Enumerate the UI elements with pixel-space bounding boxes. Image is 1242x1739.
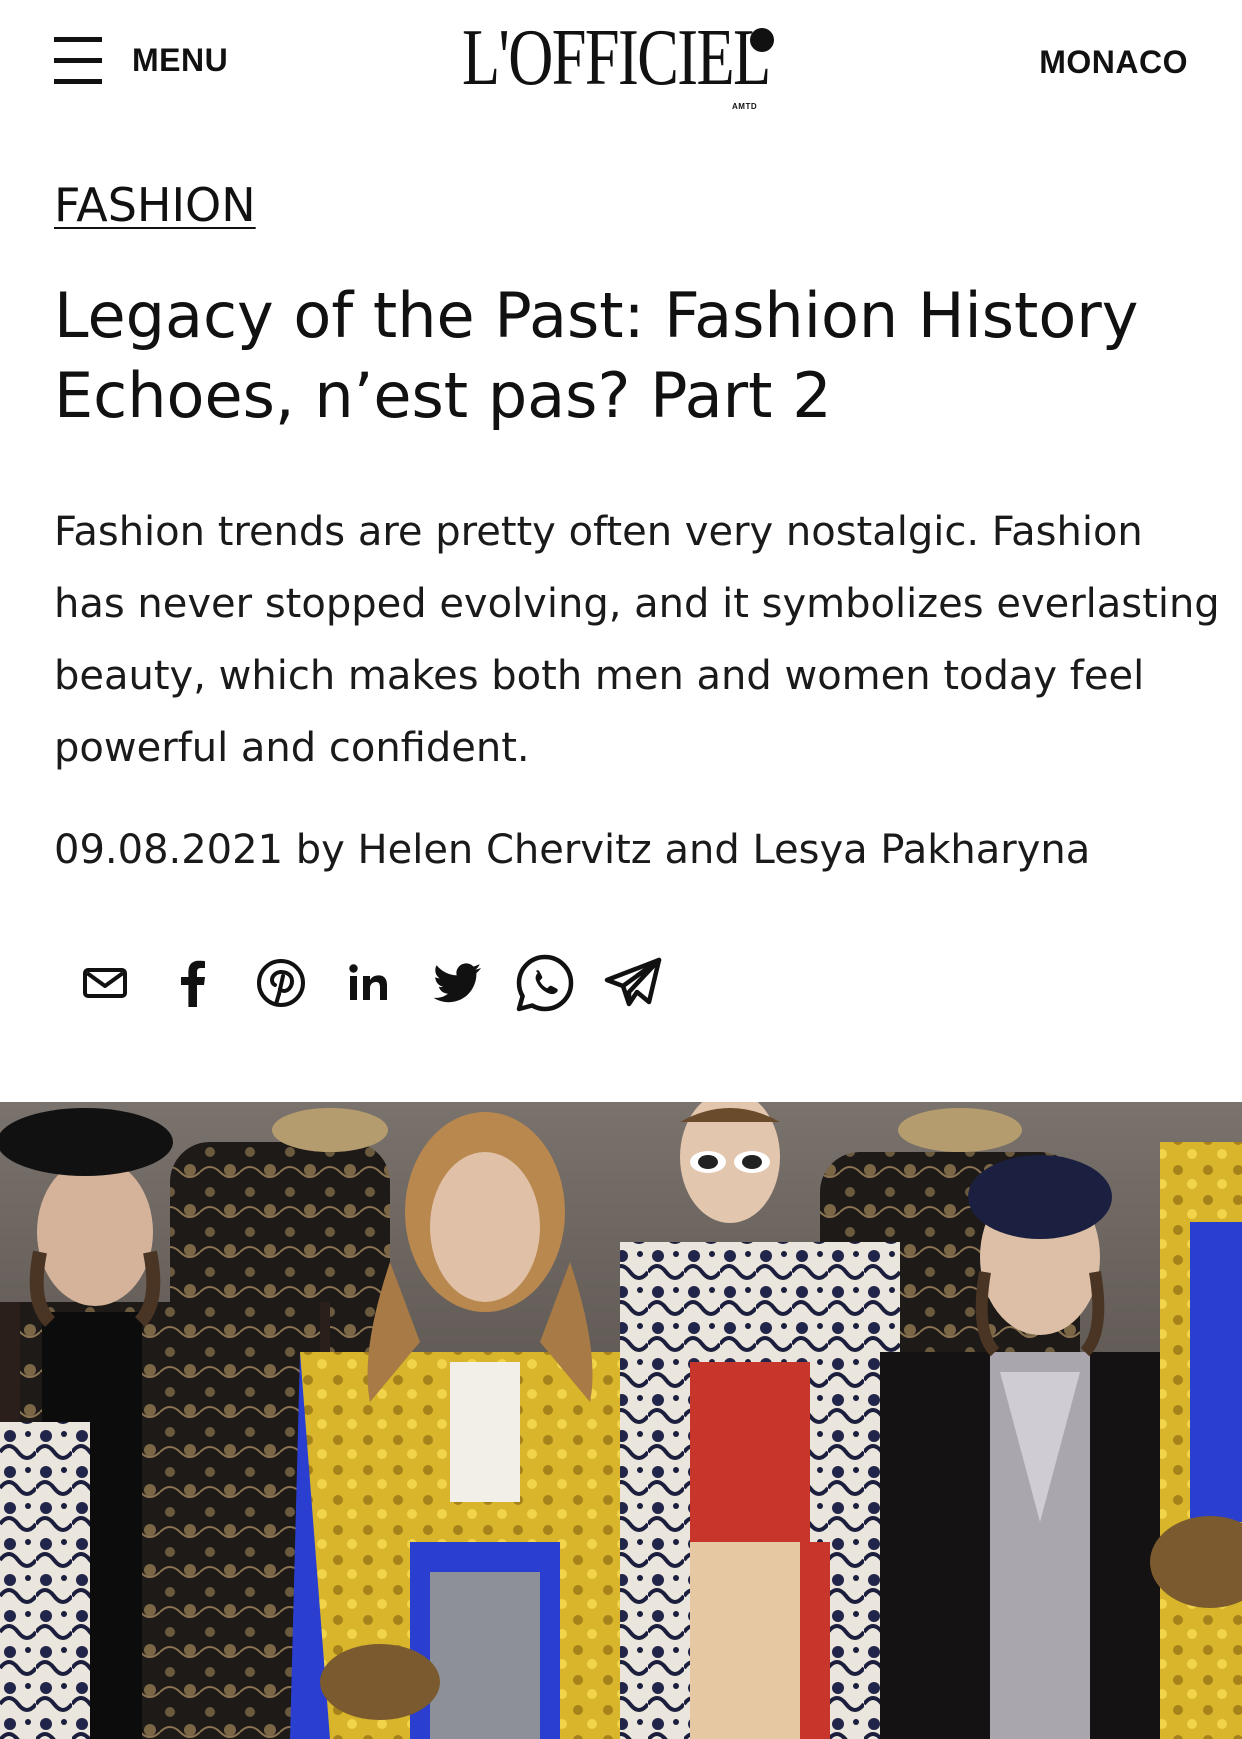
facebook-icon xyxy=(181,960,205,1007)
linkedin-icon xyxy=(349,964,387,1000)
menu-button[interactable]: MENU xyxy=(54,34,228,86)
category-link[interactable]: FASHION xyxy=(54,178,256,232)
site-logo[interactable]: L'OFFICIEL AMTD xyxy=(462,14,782,111)
whatsapp-icon xyxy=(516,954,574,1012)
share-facebook-button[interactable] xyxy=(162,952,224,1014)
logo-emblem-icon xyxy=(750,28,774,52)
mail-icon xyxy=(83,968,127,998)
share-telegram-button[interactable] xyxy=(602,952,664,1014)
share-linkedin-button[interactable] xyxy=(338,952,400,1014)
menu-label: MENU xyxy=(132,41,229,78)
share-pinterest-button[interactable] xyxy=(250,952,312,1014)
share-bar xyxy=(74,948,690,1018)
runway-photo xyxy=(0,1102,1242,1739)
region-selector[interactable]: MONACO xyxy=(1039,44,1188,81)
article-lead: Fashion trends are pretty often very nos… xyxy=(54,509,1220,771)
logo-wordmark: L'OFFICIEL xyxy=(462,14,771,102)
site-header: MENU L'OFFICIEL AMTD MONACO xyxy=(0,0,1242,130)
hamburger-icon xyxy=(54,34,102,86)
telegram-icon xyxy=(604,957,662,1007)
share-email-button[interactable] xyxy=(74,952,136,1014)
article-title: Legacy of the Past: Fashion History Echo… xyxy=(54,279,1139,432)
share-whatsapp-button[interactable] xyxy=(514,952,576,1014)
hero-image xyxy=(0,1102,1242,1739)
share-twitter-button[interactable] xyxy=(426,952,488,1014)
twitter-icon xyxy=(433,963,481,1003)
article-byline: 09.08.2021 by Helen Chervitz and Lesya P… xyxy=(54,827,1091,873)
logo-subtitle: AMTD xyxy=(732,102,758,111)
article-page: MENU L'OFFICIEL AMTD MONACO FASHION Lega… xyxy=(0,0,1242,1739)
pinterest-icon xyxy=(257,959,305,1007)
